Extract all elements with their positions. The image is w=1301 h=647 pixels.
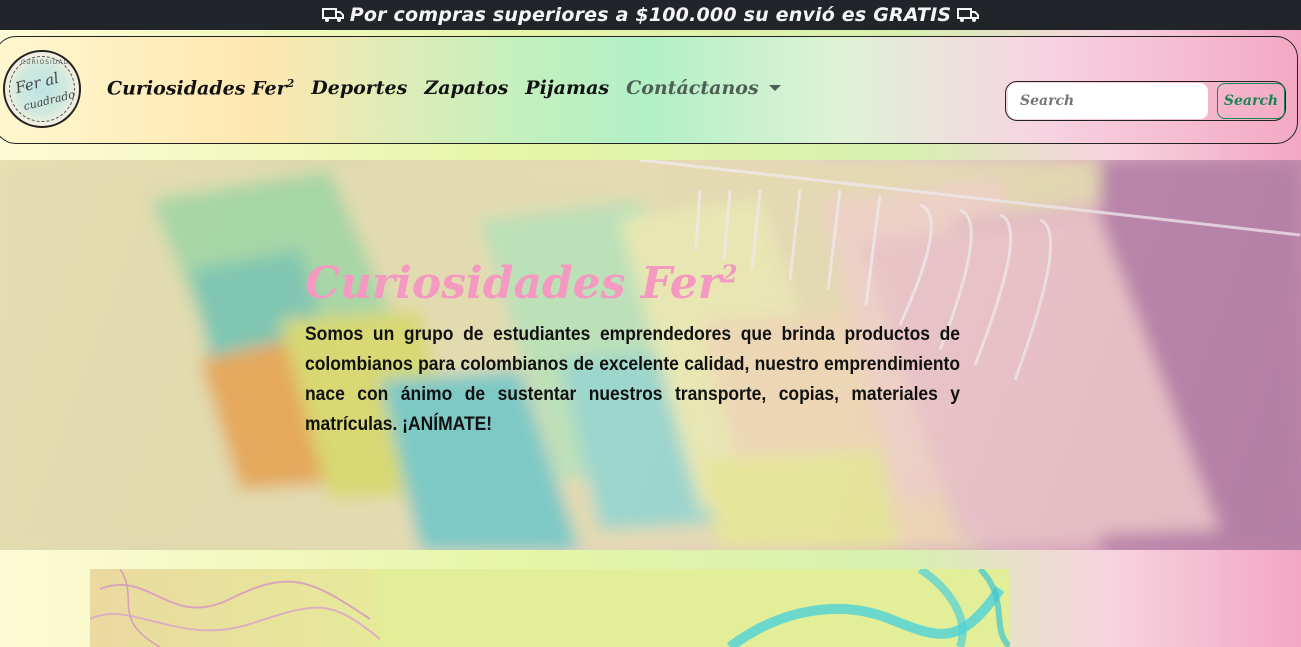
- nav-link-pijamas[interactable]: Pijamas: [525, 77, 609, 99]
- main-navbar: CURIOSIDADES Fer al cuadrado Curiosidade…: [0, 36, 1298, 144]
- content-banner: [90, 569, 1010, 647]
- nav-link-curiosidades[interactable]: Curiosidades Fer2: [107, 77, 294, 99]
- hero-title-text: Curiosidades Fer: [305, 258, 721, 309]
- truck-icon: [321, 7, 344, 23]
- announcement-text: Por compras superiores a $100.000 su env…: [349, 4, 952, 26]
- brand-logo[interactable]: CURIOSIDADES Fer al cuadrado: [3, 50, 81, 128]
- nav-link-label: Curiosidades Fer: [107, 77, 287, 100]
- chevron-down-icon: [768, 85, 781, 92]
- nav-link-superscript: 2: [286, 77, 295, 90]
- marble-texture: [90, 569, 381, 647]
- search-form: Search: [1005, 81, 1286, 121]
- nav-link-deportes[interactable]: Deportes: [311, 77, 407, 99]
- nav-dropdown-contactanos[interactable]: Contáctanos: [626, 77, 781, 99]
- hero-banner: Curiosidades Fer2 Somos un grupo de estu…: [0, 160, 1301, 550]
- truck-icon: [957, 7, 980, 23]
- nav-links: Curiosidades Fer2 Deportes Zapatos Pijam…: [107, 77, 781, 99]
- nav-dropdown-label: Contáctanos: [626, 77, 759, 100]
- announcement-bar: Por compras superiores a $100.000 su env…: [0, 0, 1301, 30]
- logo-caption: CURIOSIDADES: [21, 59, 79, 66]
- search-button[interactable]: Search: [1217, 83, 1285, 119]
- hero-description: Somos un grupo de estudiantes emprendedo…: [305, 324, 961, 435]
- nav-link-zapatos[interactable]: Zapatos: [424, 77, 508, 99]
- hero-title-superscript: 2: [720, 259, 738, 289]
- ribbon-decoration: [726, 569, 1010, 647]
- search-input[interactable]: [1008, 83, 1208, 119]
- hero-title: Curiosidades Fer2: [305, 258, 738, 309]
